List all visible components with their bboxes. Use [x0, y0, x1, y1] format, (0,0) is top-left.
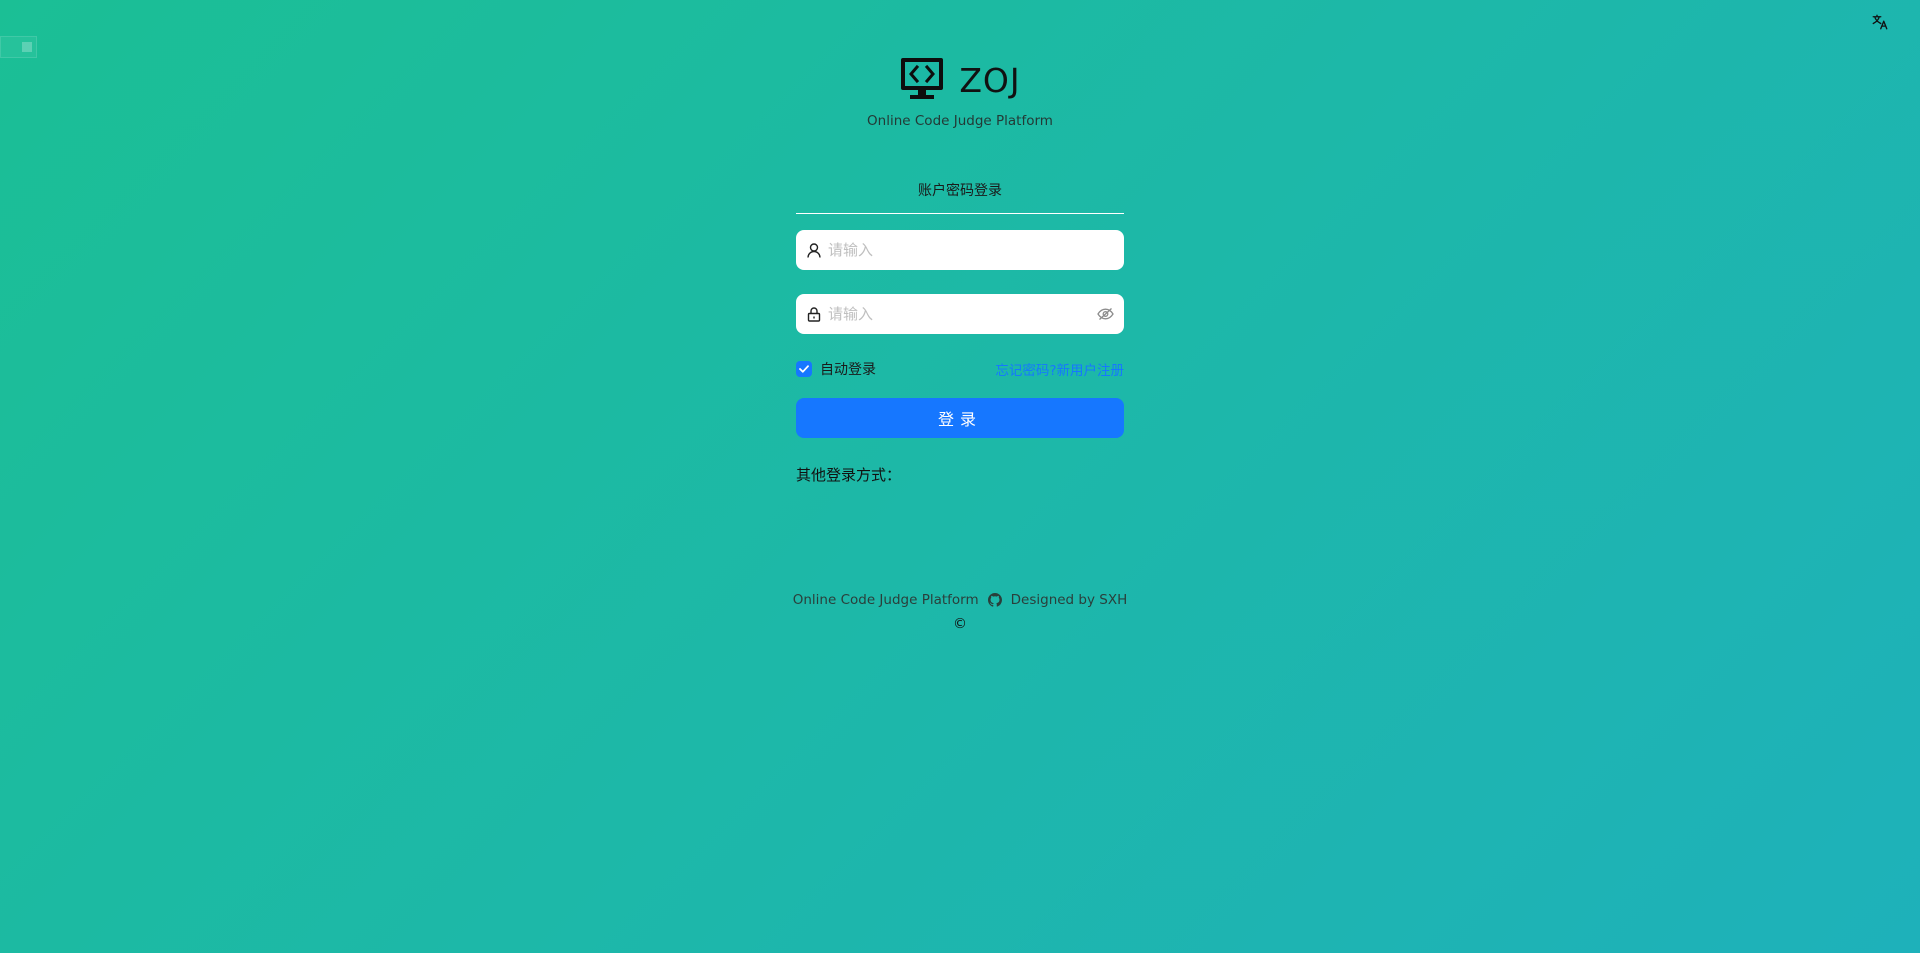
collapsed-side-widget[interactable]: [0, 36, 37, 58]
login-tabs: 账户密码登录: [796, 178, 1124, 214]
password-input[interactable]: [828, 305, 1096, 323]
brand-header: ZOJ Online Code Judge Platform: [0, 56, 1920, 129]
footer-designer[interactable]: Designed by SXH: [1011, 592, 1128, 608]
other-login-methods-label: 其他登录方式：: [796, 466, 902, 484]
widget-handle: [22, 42, 32, 52]
page-footer: Online Code Judge Platform Designed by S…: [0, 592, 1920, 632]
brand-title: ZOJ: [959, 60, 1021, 100]
username-input[interactable]: [828, 241, 1114, 259]
github-icon[interactable]: [987, 592, 1003, 608]
footer-platform[interactable]: Online Code Judge Platform: [793, 592, 979, 608]
password-field[interactable]: [796, 294, 1124, 334]
login-button[interactable]: 登录: [796, 398, 1124, 438]
footer-row: Online Code Judge Platform Designed by S…: [793, 592, 1128, 608]
links-separator: ?: [1049, 363, 1057, 379]
forgot-password-link[interactable]: 忘记密码: [995, 363, 1049, 379]
brand-subtitle: Online Code Judge Platform: [867, 113, 1053, 129]
eye-invisible-icon[interactable]: [1096, 306, 1114, 322]
tab-active-indicator: [796, 213, 1124, 214]
auto-login-label: 自动登录: [820, 362, 876, 378]
language-switch-button[interactable]: [1868, 12, 1892, 36]
footer-copyright: ©: [953, 616, 967, 632]
account-links: 忘记密码?新用户注册: [995, 359, 1124, 379]
register-link[interactable]: 新用户注册: [1057, 363, 1125, 379]
translate-icon: [1871, 13, 1889, 35]
user-icon: [806, 242, 822, 258]
brand-row: ZOJ: [899, 56, 1020, 104]
monitor-code-icon: [899, 56, 945, 104]
lock-icon: [806, 306, 822, 322]
username-field[interactable]: [796, 230, 1124, 270]
login-options: 自动登录 忘记密码?新用户注册: [796, 359, 1124, 379]
tab-account-password[interactable]: 账户密码登录: [918, 178, 1002, 204]
auto-login-checkbox[interactable]: 自动登录: [796, 359, 876, 379]
login-form: 账户密码登录 请输入 自动登录 忘记密码?新用户注册 登录 其他登录方式：: [796, 178, 1124, 485]
checkbox-checked-icon[interactable]: [796, 361, 812, 377]
